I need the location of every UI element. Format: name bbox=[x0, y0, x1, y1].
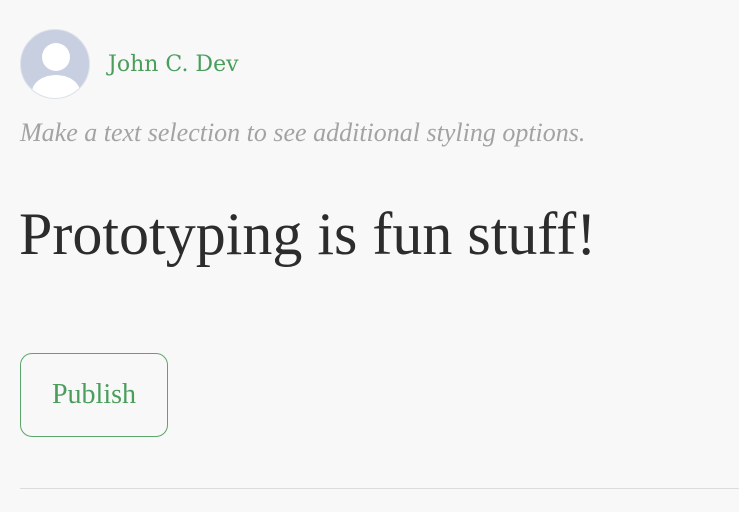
divider bbox=[20, 488, 739, 489]
author-name[interactable]: John C. Dev bbox=[108, 52, 239, 77]
post-title-editable[interactable]: Prototyping is fun stuff! bbox=[19, 200, 731, 269]
editor-hint: Make a text selection to see additional … bbox=[20, 118, 586, 147]
author-row: John C. Dev bbox=[20, 29, 239, 99]
user-avatar-icon[interactable] bbox=[20, 29, 90, 99]
publish-button[interactable]: Publish bbox=[20, 353, 168, 437]
